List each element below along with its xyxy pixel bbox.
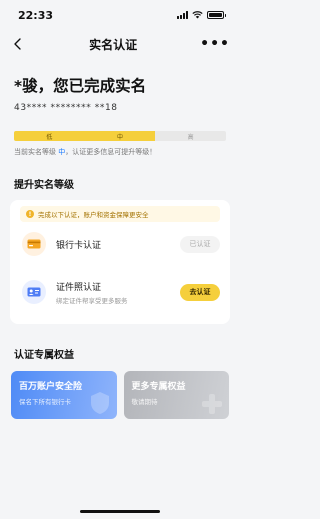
benefit-more-title: 更多专属权益 bbox=[131, 382, 186, 392]
bank-card-text: 银行卡认证 bbox=[56, 238, 180, 251]
benefit-card-insurance[interactable]: 百万账户安全险 保名下所有银行卡 bbox=[11, 371, 117, 419]
id-card-icon bbox=[22, 280, 46, 304]
tip-banner: ! 完成以下认证，账户和资金保障更安全 bbox=[20, 206, 220, 222]
upgrade-card: ! 完成以下认证，账户和资金保障更安全 银行卡认证 已认证 证件照认证 绑定证件… bbox=[10, 200, 230, 324]
go-verify-button[interactable]: 去认证 bbox=[180, 283, 220, 301]
chevron-left-icon bbox=[14, 38, 21, 50]
level-segment-low: 低 bbox=[14, 131, 85, 141]
signal-icon bbox=[177, 11, 188, 19]
info-icon: ! bbox=[26, 210, 34, 218]
id-photo-subtitle: 绑定证件帮享受更多服务 bbox=[56, 296, 128, 305]
benefits-row: 百万账户安全险 保名下所有银行卡 更多专属权益 敬请期待 bbox=[11, 371, 229, 419]
bank-card-title: 银行卡认证 bbox=[56, 240, 102, 251]
benefits-section-title: 认证专属权益 bbox=[14, 350, 74, 361]
masked-id-number: 43**** ******** **18 bbox=[14, 103, 118, 113]
tip-text: 完成以下认证，账户和资金保障更安全 bbox=[38, 211, 149, 219]
back-button[interactable] bbox=[10, 36, 26, 52]
more-button[interactable]: ••• bbox=[200, 36, 230, 52]
status-icons bbox=[177, 11, 226, 19]
shield-icon bbox=[90, 392, 109, 414]
home-indicator bbox=[80, 510, 160, 513]
plus-icon bbox=[202, 394, 222, 414]
id-photo-title: 证件照认证 bbox=[56, 282, 102, 293]
status-time: 22:33 bbox=[18, 8, 54, 22]
id-photo-verification-row[interactable]: 证件照认证 绑定证件帮享受更多服务 去认证 bbox=[20, 270, 220, 314]
upgrade-section-title: 提升实名等级 bbox=[14, 180, 74, 191]
verification-summary: *骏，您已完成实名 43**** ******** **18 bbox=[0, 58, 240, 113]
level-note-prefix: 当前实名等级 bbox=[14, 148, 59, 156]
level-progress-bar: 低 中 高 bbox=[14, 131, 226, 141]
benefit-card-more[interactable]: 更多专属权益 敬请期待 bbox=[123, 371, 229, 419]
page-title: 实名认证 bbox=[89, 37, 138, 52]
level-note: 当前实名等级 中，认证更多信息可提升等级！ bbox=[14, 147, 226, 157]
id-photo-text: 证件照认证 绑定证件帮享受更多服务 bbox=[56, 280, 180, 305]
battery-icon bbox=[207, 11, 226, 19]
level-segment-high: 高 bbox=[155, 131, 226, 141]
status-bar: 22:33 bbox=[0, 0, 240, 30]
bank-card-verification-row: 银行卡认证 已认证 bbox=[20, 222, 220, 266]
level-segment-mid: 中 bbox=[84, 131, 156, 141]
verified-name-heading: *骏，您已完成实名 bbox=[14, 77, 147, 95]
bank-card-icon bbox=[22, 232, 46, 256]
wifi-icon bbox=[192, 11, 203, 19]
bank-card-verified-badge: 已认证 bbox=[180, 235, 220, 253]
nav-bar: 实名认证 ••• bbox=[0, 30, 240, 58]
level-note-suffix: ，认证更多信息可提升等级！ bbox=[65, 148, 157, 156]
